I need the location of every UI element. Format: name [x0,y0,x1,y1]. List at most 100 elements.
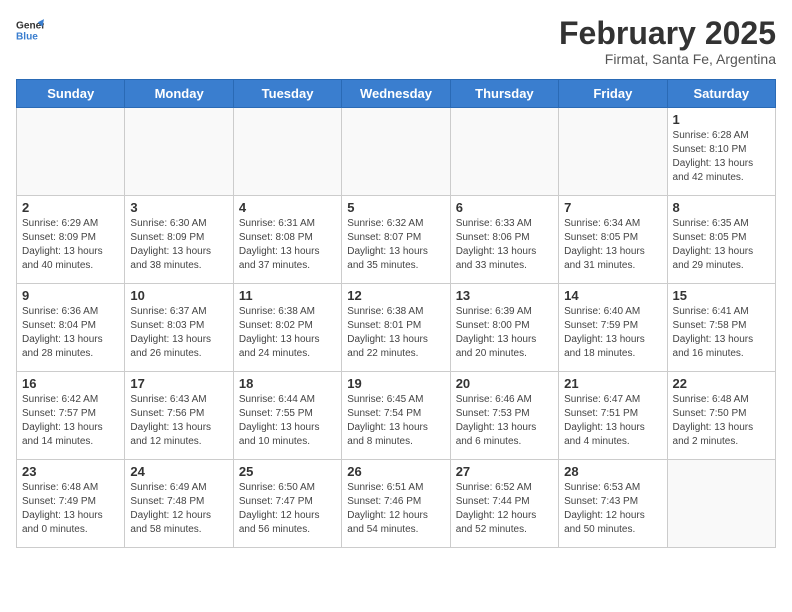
day-info: Sunrise: 6:35 AM Sunset: 8:05 PM Dayligh… [673,217,770,273]
day-cell-16: 16 Sunrise: 6:42 AM Sunset: 7:57 PM Dayli… [17,372,125,460]
day-info: Sunrise: 6:49 AM Sunset: 7:48 PM Dayligh… [130,481,227,537]
day-cell-19: 19 Sunrise: 6:45 AM Sunset: 7:54 PM Dayli… [342,372,450,460]
day-info: Sunrise: 6:45 AM Sunset: 7:54 PM Dayligh… [347,393,444,449]
day-number: 3 [130,200,227,215]
day-number: 22 [673,376,770,391]
day-header-monday: Monday [125,80,233,108]
day-cell-7: 7 Sunrise: 6:34 AM Sunset: 8:05 PM Daylig… [559,196,667,284]
empty-cell [17,108,125,196]
day-info: Sunrise: 6:38 AM Sunset: 8:02 PM Dayligh… [239,305,336,361]
day-cell-24: 24 Sunrise: 6:49 AM Sunset: 7:48 PM Dayli… [125,460,233,548]
day-header-thursday: Thursday [450,80,558,108]
svg-text:Blue: Blue [16,31,38,42]
day-number: 8 [673,200,770,215]
day-info: Sunrise: 6:31 AM Sunset: 8:08 PM Dayligh… [239,217,336,273]
day-info: Sunrise: 6:50 AM Sunset: 7:47 PM Dayligh… [239,481,336,537]
day-info: Sunrise: 6:28 AM Sunset: 8:10 PM Dayligh… [673,129,770,185]
day-header-tuesday: Tuesday [233,80,341,108]
day-cell-5: 5 Sunrise: 6:32 AM Sunset: 8:07 PM Daylig… [342,196,450,284]
day-header-sunday: Sunday [17,80,125,108]
day-number: 28 [564,464,661,479]
week-row-2: 2 Sunrise: 6:29 AM Sunset: 8:09 PM Daylig… [17,196,776,284]
empty-cell [125,108,233,196]
day-cell-17: 17 Sunrise: 6:43 AM Sunset: 7:56 PM Dayli… [125,372,233,460]
day-cell-4: 4 Sunrise: 6:31 AM Sunset: 8:08 PM Daylig… [233,196,341,284]
logo: General Blue [16,16,44,44]
day-cell-13: 13 Sunrise: 6:39 AM Sunset: 8:00 PM Dayli… [450,284,558,372]
day-info: Sunrise: 6:29 AM Sunset: 8:09 PM Dayligh… [22,217,119,273]
day-number: 24 [130,464,227,479]
day-info: Sunrise: 6:48 AM Sunset: 7:49 PM Dayligh… [22,481,119,537]
day-number: 5 [347,200,444,215]
day-number: 6 [456,200,553,215]
day-info: Sunrise: 6:41 AM Sunset: 7:58 PM Dayligh… [673,305,770,361]
day-cell-15: 15 Sunrise: 6:41 AM Sunset: 7:58 PM Dayli… [667,284,775,372]
day-number: 18 [239,376,336,391]
day-number: 7 [564,200,661,215]
day-number: 13 [456,288,553,303]
day-number: 2 [22,200,119,215]
day-cell-25: 25Sunrise: 6:50 AM Sunset: 7:47 PM Dayli… [233,460,341,548]
empty-cell [342,108,450,196]
day-info: Sunrise: 6:52 AM Sunset: 7:44 PM Dayligh… [456,481,553,537]
page-header: General Blue February 2025 Firmat, Santa… [16,16,776,67]
calendar-header-row: SundayMondayTuesdayWednesdayThursdayFrid… [17,80,776,108]
day-cell-2: 2 Sunrise: 6:29 AM Sunset: 8:09 PM Daylig… [17,196,125,284]
empty-cell [559,108,667,196]
day-info: Sunrise: 6:32 AM Sunset: 8:07 PM Dayligh… [347,217,444,273]
day-cell-28: 28 Sunrise: 6:53 AM Sunset: 7:43 PM Dayli… [559,460,667,548]
day-info: Sunrise: 6:44 AM Sunset: 7:55 PM Dayligh… [239,393,336,449]
day-cell-26: 26 Sunrise: 6:51 AM Sunset: 7:46 PM Dayli… [342,460,450,548]
day-cell-20: 20 Sunrise: 6:46 AM Sunset: 7:53 PM Dayli… [450,372,558,460]
day-number: 26 [347,464,444,479]
day-number: 21 [564,376,661,391]
calendar-subtitle: Firmat, Santa Fe, Argentina [559,51,776,67]
day-cell-6: 6 Sunrise: 6:33 AM Sunset: 8:06 PM Daylig… [450,196,558,284]
day-cell-27: 27 Sunrise: 6:52 AM Sunset: 7:44 PM Dayli… [450,460,558,548]
day-info: Sunrise: 6:34 AM Sunset: 8:05 PM Dayligh… [564,217,661,273]
day-number: 16 [22,376,119,391]
calendar-table: SundayMondayTuesdayWednesdayThursdayFrid… [16,79,776,548]
day-info: Sunrise: 6:42 AM Sunset: 7:57 PM Dayligh… [22,393,119,449]
day-info: Sunrise: 6:43 AM Sunset: 7:56 PM Dayligh… [130,393,227,449]
empty-cell [233,108,341,196]
empty-cell [667,460,775,548]
day-cell-18: 18 Sunrise: 6:44 AM Sunset: 7:55 PM Dayli… [233,372,341,460]
day-header-wednesday: Wednesday [342,80,450,108]
day-header-friday: Friday [559,80,667,108]
day-number: 20 [456,376,553,391]
day-number: 17 [130,376,227,391]
day-number: 4 [239,200,336,215]
day-number: 10 [130,288,227,303]
day-number: 9 [22,288,119,303]
day-cell-23: 23 Sunrise: 6:48 AM Sunset: 7:49 PM Dayli… [17,460,125,548]
day-info: Sunrise: 6:40 AM Sunset: 7:59 PM Dayligh… [564,305,661,361]
day-info: Sunrise: 6:33 AM Sunset: 8:06 PM Dayligh… [456,217,553,273]
day-info: Sunrise: 6:47 AM Sunset: 7:51 PM Dayligh… [564,393,661,449]
day-cell-22: 22 Sunrise: 6:48 AM Sunset: 7:50 PM Dayli… [667,372,775,460]
day-info: Sunrise: 6:30 AM Sunset: 8:09 PM Dayligh… [130,217,227,273]
day-info: Sunrise: 6:53 AM Sunset: 7:43 PM Dayligh… [564,481,661,537]
day-number: 15 [673,288,770,303]
day-cell-11: 11 Sunrise: 6:38 AM Sunset: 8:02 PM Dayli… [233,284,341,372]
title-area: February 2025 Firmat, Santa Fe, Argentin… [559,16,776,67]
day-number: 11 [239,288,336,303]
day-number: 23 [22,464,119,479]
day-cell-10: 10 Sunrise: 6:37 AM Sunset: 8:03 PM Dayli… [125,284,233,372]
day-info: Sunrise: 6:36 AM Sunset: 8:04 PM Dayligh… [22,305,119,361]
day-info: Sunrise: 6:39 AM Sunset: 8:00 PM Dayligh… [456,305,553,361]
day-cell-21: 21 Sunrise: 6:47 AM Sunset: 7:51 PM Dayli… [559,372,667,460]
day-cell-12: 12Sunrise: 6:38 AM Sunset: 8:01 PM Dayli… [342,284,450,372]
day-number: 27 [456,464,553,479]
day-number: 14 [564,288,661,303]
day-number: 1 [673,112,770,127]
day-number: 12 [347,288,444,303]
day-info: Sunrise: 6:48 AM Sunset: 7:50 PM Dayligh… [673,393,770,449]
week-row-5: 23 Sunrise: 6:48 AM Sunset: 7:49 PM Dayli… [17,460,776,548]
calendar-title: February 2025 [559,16,776,51]
day-info: Sunrise: 6:51 AM Sunset: 7:46 PM Dayligh… [347,481,444,537]
week-row-3: 9 Sunrise: 6:36 AM Sunset: 8:04 PM Daylig… [17,284,776,372]
day-number: 19 [347,376,444,391]
day-info: Sunrise: 6:46 AM Sunset: 7:53 PM Dayligh… [456,393,553,449]
day-info: Sunrise: 6:37 AM Sunset: 8:03 PM Dayligh… [130,305,227,361]
